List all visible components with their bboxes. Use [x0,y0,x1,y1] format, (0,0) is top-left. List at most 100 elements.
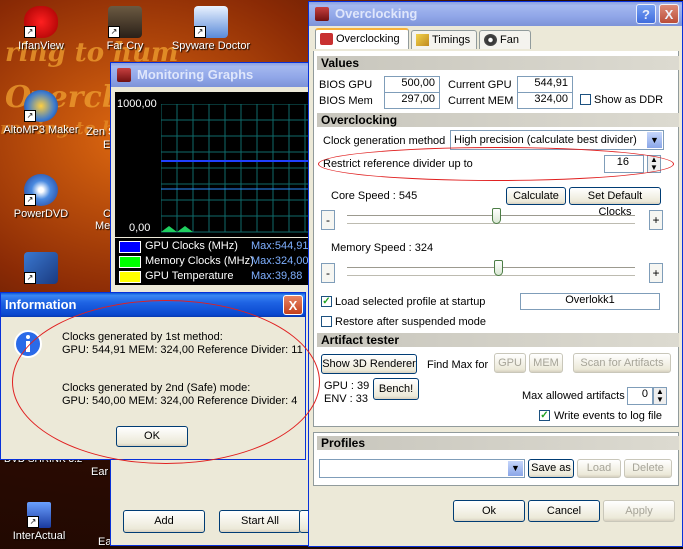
load-profile-checkbox[interactable]: ✓ [321,296,332,307]
desktop-icon-label: Far Cry [106,40,144,52]
overclocking-titlebar[interactable]: Overclocking ? X [309,2,682,26]
tab-label: Timings [432,34,471,46]
show-ddr-checkbox[interactable] [580,94,591,105]
window-title: Information [5,297,77,312]
profile-name-field[interactable]: Overlokk1 [520,293,660,310]
graph-area: 1000,00 0,00 [115,92,315,237]
current-mem-field[interactable]: 324,00 [517,92,573,109]
cancel-button[interactable]: Cancel [528,500,600,522]
memory-slider-thumb[interactable] [494,260,504,276]
find-max-label: Find Max for [427,359,489,371]
annotation-ellipse [12,300,320,464]
section-header: Artifact tester [317,333,679,347]
desktop-icon-blue[interactable]: ↗ [0,252,84,286]
current-mem-label: Current MEM [448,95,514,107]
tab-label: Overclocking [336,33,400,45]
bios-gpu-field[interactable]: 500,00 [384,76,440,93]
graph-y-max: 1000,00 [117,98,157,110]
close-button[interactable]: X [659,4,679,24]
irfanview-icon: ↗ [24,6,58,38]
start-all-button[interactable]: Start All [219,510,301,533]
legend-name: GPU Temperature [145,270,234,282]
profiles-section: Profiles [317,436,679,450]
ok-button[interactable]: Ok [453,500,525,522]
show-3d-renderer-button[interactable]: Show 3D Renderer [321,354,417,374]
section-header: Overclocking [317,113,679,127]
legend-row[interactable]: GPU Clocks (MHz) Max:544,91 [117,239,313,253]
profile-select[interactable]: ▼ [319,459,525,478]
desktop-icon-label: IrfanView [18,40,64,52]
apply-button[interactable]: Apply [603,500,675,522]
tab-overclocking[interactable]: Overclocking [315,28,409,49]
add-button[interactable]: Add [123,510,205,533]
graph-marker [177,226,193,232]
overclocking-window: Overclocking ? X Overclocking Timings Fa… [308,1,683,547]
legend-row[interactable]: Memory Clocks (MHz) Max:324,00 [117,254,313,268]
restore-checkbox[interactable] [321,316,332,327]
current-gpu-field[interactable]: 544,91 [517,76,573,93]
bios-mem-field[interactable]: 297,00 [384,92,440,109]
desktop-icon-label: Spyware Doctor [171,40,251,52]
max-allowed-label: Max allowed artifacts [522,390,625,402]
fan-icon [484,34,497,46]
find-max-mem-button[interactable]: MEM [529,353,563,373]
save-as-button[interactable]: Save as [528,459,574,478]
core-slider-thumb[interactable] [492,208,502,224]
altomp3-icon: ↗ [24,90,58,122]
memory-plus-button[interactable]: + [649,263,663,283]
legend-swatch [119,271,141,283]
load-button[interactable]: Load [577,459,621,478]
spinner-icon[interactable]: ▲ ▼ [653,387,667,405]
close-button[interactable]: X [283,295,303,315]
powerdvd-icon: ↗ [24,174,58,206]
desktop-icon-altomp3[interactable]: ↗ AltoMP3 Maker [0,90,84,136]
tab-label: Fan [500,34,519,46]
farcry-icon: ↗ [108,6,142,38]
window-title: Overclocking [335,6,418,21]
desktop-icon-label: Ear [91,466,109,478]
tab-bar: Overclocking Timings Fan [313,27,677,52]
write-events-checkbox[interactable]: ✓ [539,410,550,421]
tab-timings[interactable]: Timings [411,30,477,49]
graph-legend: GPU Clocks (MHz) Max:544,91 Memory Clock… [115,238,315,285]
desktop-icon-label: AltoMP3 Maker [3,124,79,136]
memory-speed-slider[interactable] [347,260,635,276]
gpu-temp-label: GPU : 39 [324,380,370,392]
chevron-down-icon: ▼ [508,461,523,476]
core-minus-button[interactable]: - [321,210,335,230]
app-icon [117,68,131,82]
scan-artifacts-button[interactable]: Scan for Artifacts [573,353,671,373]
desktop-icon-irfanview[interactable]: ↗ IrfanView [0,6,84,52]
legend-swatch [119,241,141,253]
section-header: Values [317,56,679,70]
chevron-down-icon: ▼ [647,132,662,148]
memory-speed-label: Memory Speed : 324 [331,242,434,254]
write-events-label: Write events to log file [554,410,663,422]
desktop-icon-interactual[interactable]: ↗ InterActual [0,502,82,542]
desktop-icon-farcry[interactable]: ↗ Far Cry [82,6,168,52]
max-allowed-field[interactable]: 0 [627,387,653,405]
help-button[interactable]: ? [636,4,656,24]
desktop-icon-label: PowerDVD [13,208,69,220]
calculate-button[interactable]: Calculate [506,187,566,205]
memory-minus-button[interactable]: - [321,263,335,283]
show-ddr-label: Show as DDR [594,94,664,106]
annotation-ellipse [318,147,674,181]
core-plus-button[interactable]: + [649,210,663,230]
delete-button[interactable]: Delete [624,459,672,478]
find-max-gpu-button[interactable]: GPU [494,353,526,373]
tab-fan[interactable]: Fan [479,30,531,49]
legend-max: Max:324,00 [251,255,309,267]
legend-max: Max:39,88 [251,270,303,282]
desktop-icon-powerdvd[interactable]: ↗ PowerDVD [0,174,84,220]
set-default-clocks-button[interactable]: Set Default Clocks [569,187,661,218]
desktop-icon-spyware-doctor[interactable]: ↗ Spyware Doctor [166,6,256,52]
monitoring-titlebar[interactable]: Monitoring Graphs [111,63,321,87]
desktop-icon-label: Me [95,220,111,232]
window-title: Monitoring Graphs [137,67,254,82]
core-speed-slider[interactable] [347,208,635,224]
bench-button[interactable]: Bench! [373,378,419,400]
graph-y-min: 0,00 [129,222,151,234]
legend-row[interactable]: GPU Temperature Max:39,88 [117,269,313,283]
app-icon [315,7,329,21]
